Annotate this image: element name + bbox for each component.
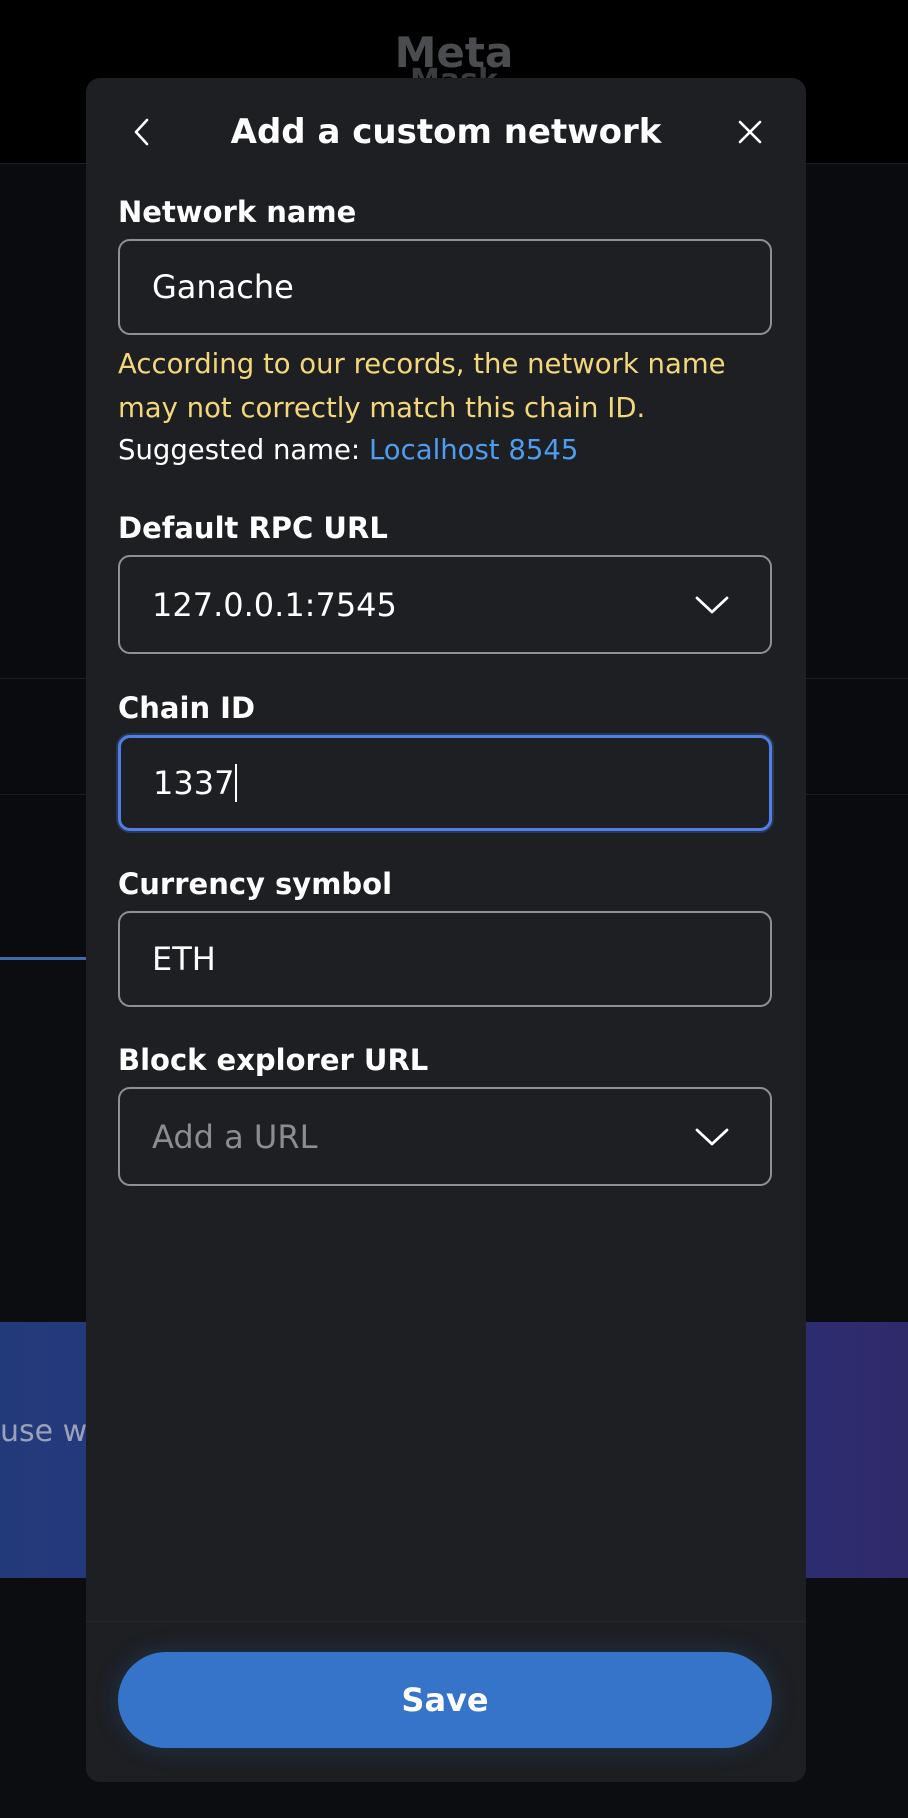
chevron-down-icon [695,596,729,613]
block-explorer-placeholder: Add a URL [152,1117,318,1156]
rpc-url-value: 127.0.0.1:7545 [152,585,397,624]
currency-symbol-value: ETH [152,940,216,978]
network-name-label: Network name [118,195,357,229]
add-custom-network-modal: Add a custom network Network name Ganach… [86,78,806,1782]
rpc-url-label: Default RPC URL [118,511,388,545]
network-name-input[interactable]: Ganache [118,239,772,335]
modal-title: Add a custom network [230,112,662,152]
close-icon [738,120,762,144]
chain-id-label: Chain ID [118,691,256,725]
rpc-url-dropdown[interactable]: 127.0.0.1:7545 [118,555,772,654]
chain-id-value: 1337 [153,764,235,802]
block-explorer-dropdown[interactable]: Add a URL [118,1087,772,1186]
background-banner-text: use w [0,1414,88,1449]
network-name-value: Ganache [152,268,294,306]
network-name-warning: According to our records, the network na… [118,348,726,424]
suggested-name-label: Suggested name: [118,434,361,466]
chevron-left-icon [134,118,149,146]
text-caret [235,764,238,802]
background-tab-indicator [0,957,90,960]
suggested-name: Suggested name: Localhost 8545 [118,430,778,470]
modal-footer: Save [86,1621,806,1782]
save-button[interactable]: Save [118,1652,772,1748]
chain-id-input[interactable]: 1337 [118,735,772,831]
chevron-down-icon [695,1128,729,1145]
currency-symbol-label: Currency symbol [118,867,393,901]
back-button[interactable] [118,108,166,156]
close-button[interactable] [726,108,774,156]
currency-symbol-input[interactable]: ETH [118,911,772,1007]
block-explorer-label: Block explorer URL [118,1043,429,1077]
suggested-name-link[interactable]: Localhost 8545 [369,434,578,466]
modal-header: Add a custom network [86,78,806,188]
